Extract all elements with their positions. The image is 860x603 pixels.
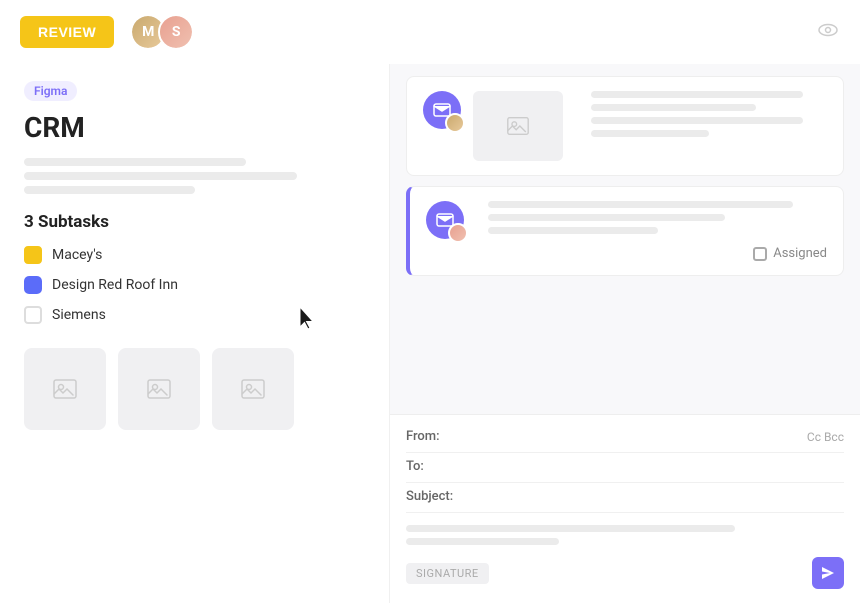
- email-2-content: [488, 201, 827, 234]
- assigned-checkbox[interactable]: [753, 247, 767, 261]
- compose-body-line-1: [406, 525, 735, 532]
- desc-line-1: [24, 158, 246, 166]
- subtask-checkbox-design-red-roof[interactable]: [24, 276, 42, 294]
- email-icon-wrap-1: [423, 91, 461, 129]
- subtasks-heading: 3 Subtasks: [24, 212, 365, 232]
- email-1-content: [591, 91, 827, 143]
- email-card-1[interactable]: [406, 76, 844, 176]
- figma-badge: Figma: [24, 81, 77, 101]
- sender-avatar-1: [445, 113, 465, 133]
- avatar-2-img: S: [160, 16, 192, 48]
- content-line-6: [488, 214, 725, 221]
- description-placeholder: [24, 158, 365, 194]
- review-button[interactable]: REVIEW: [20, 16, 114, 48]
- content-line-1: [591, 91, 803, 98]
- subtask-label-siemens: Siemens: [52, 307, 106, 323]
- project-title: CRM: [24, 111, 365, 144]
- right-panel: Assigned From: Cc Bcc To: Subject:: [390, 64, 860, 603]
- compose-area: From: Cc Bcc To: Subject: SIGNATURE: [390, 414, 860, 603]
- topbar-left: REVIEW M S: [20, 14, 194, 50]
- assigned-label: Assigned: [773, 246, 827, 261]
- compose-footer: SIGNATURE: [406, 557, 844, 589]
- compose-body: [406, 525, 844, 545]
- content-line-3: [591, 117, 803, 124]
- content-line-2: [591, 104, 756, 111]
- send-button[interactable]: [812, 557, 844, 589]
- compose-to-field: To:: [406, 459, 844, 474]
- eye-icon[interactable]: [816, 18, 840, 47]
- compose-from-field: From: Cc Bcc: [406, 429, 844, 444]
- subtask-label-design-red-roof: Design Red Roof Inn: [52, 277, 178, 293]
- avatar-2: S: [158, 14, 194, 50]
- content-line-5: [488, 201, 793, 208]
- subtask-label-maceys: Macey's: [52, 247, 102, 263]
- content-line-7: [488, 227, 658, 234]
- main-layout: Figma CRM 3 Subtasks Macey's Design Red …: [0, 64, 860, 603]
- thumbnail-3[interactable]: [212, 348, 294, 430]
- subtask-item-maceys[interactable]: Macey's: [24, 246, 365, 264]
- compose-body-line-2: [406, 538, 559, 545]
- subtask-list: Macey's Design Red Roof Inn Siemens: [24, 246, 365, 324]
- compose-divider-3: [406, 512, 844, 513]
- desc-line-2: [24, 172, 297, 180]
- email-image-1: [473, 91, 563, 161]
- subtask-checkbox-siemens[interactable]: [24, 306, 42, 324]
- compose-to-label: To:: [406, 459, 466, 474]
- compose-subject-label: Subject:: [406, 489, 466, 504]
- subtask-checkbox-maceys[interactable]: [24, 246, 42, 264]
- desc-line-3: [24, 186, 195, 194]
- compose-subject-field: Subject:: [406, 489, 844, 504]
- compose-cc-label: Cc Bcc: [807, 430, 844, 444]
- compose-divider-1: [406, 452, 844, 453]
- thumbnail-1[interactable]: [24, 348, 106, 430]
- email-card-2[interactable]: Assigned: [406, 186, 844, 276]
- topbar: REVIEW M S: [0, 0, 860, 64]
- subtask-item-siemens[interactable]: Siemens: [24, 306, 365, 324]
- compose-divider-2: [406, 482, 844, 483]
- left-panel: Figma CRM 3 Subtasks Macey's Design Red …: [0, 64, 390, 603]
- thumbnails-row: [24, 348, 365, 430]
- signature-badge: SIGNATURE: [406, 563, 489, 584]
- compose-from-label: From:: [406, 429, 466, 444]
- content-line-4: [591, 130, 709, 137]
- thumbnail-2[interactable]: [118, 348, 200, 430]
- avatar-group: M S: [130, 14, 194, 50]
- subtask-item-design-red-roof[interactable]: Design Red Roof Inn: [24, 276, 365, 294]
- email-thread: Assigned: [390, 64, 860, 414]
- sender-avatar-2: [448, 223, 468, 243]
- email-icon-wrap-2: [426, 201, 464, 239]
- assigned-badge: Assigned: [488, 246, 827, 261]
